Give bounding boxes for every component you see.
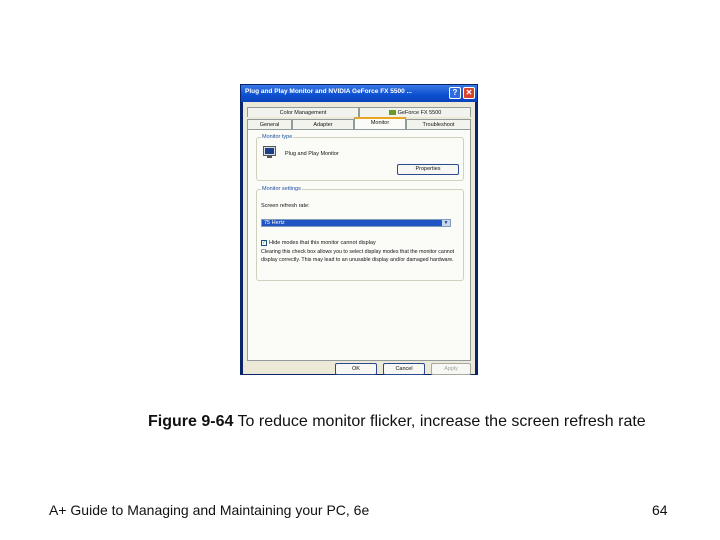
cancel-button-label: Cancel <box>395 366 413 372</box>
apply-button[interactable]: Apply <box>431 363 471 375</box>
monitor-type-group: Monitor type Plug and Play Monitor Prope… <box>256 134 464 181</box>
ok-button[interactable]: OK <box>335 363 377 375</box>
close-button[interactable]: ✕ <box>463 87 475 99</box>
chevron-down-icon[interactable]: ▼ <box>442 220 450 226</box>
tab-label: Adapter <box>313 122 333 128</box>
display-properties-dialog: Plug and Play Monitor and NVIDIA GeForce… <box>240 84 478 375</box>
monitor-icon <box>263 146 276 158</box>
tab-troubleshoot[interactable]: Troubleshoot <box>406 119 471 129</box>
hide-modes-label[interactable]: Hide modes that this monitor cannot disp… <box>269 240 376 246</box>
dialog-title: Plug and Play Monitor and NVIDIA GeForce… <box>245 88 412 95</box>
tab-color-management[interactable]: Color Management <box>247 107 359 117</box>
title-bar[interactable]: Plug and Play Monitor and NVIDIA GeForce… <box>241 85 477 102</box>
tab-label: General <box>259 122 280 128</box>
monitor-settings-label: Monitor settings <box>261 186 302 192</box>
hide-modes-description: Clearing this check box allows you to se… <box>261 249 455 263</box>
tab-label: GeForce FX 5500 <box>397 110 442 116</box>
properties-button[interactable]: Properties <box>397 164 459 175</box>
caption-text: To reduce monitor flicker, increase the … <box>233 413 646 430</box>
tab-geforce[interactable]: GeForce FX 5500 <box>359 107 471 117</box>
tab-label: Monitor <box>370 120 390 126</box>
refresh-rate-label: Screen refresh rate: <box>261 203 310 209</box>
properties-button-label: Properties <box>415 166 441 172</box>
refresh-rate-value: 75 Hertz <box>264 220 285 226</box>
tab-label: Color Management <box>279 110 327 116</box>
monitor-type-label: Monitor type <box>261 134 294 140</box>
book-title: A+ Guide to Managing and Maintaining you… <box>49 502 370 518</box>
cancel-button[interactable]: Cancel <box>383 363 425 375</box>
tab-label: Troubleshoot <box>422 122 455 128</box>
tab-general[interactable]: General <box>247 119 292 129</box>
monitor-tab-panel: Monitor type Plug and Play Monitor Prope… <box>247 129 471 361</box>
tab-monitor[interactable]: Monitor <box>354 117 406 129</box>
page-number: 64 <box>652 502 668 518</box>
refresh-rate-select[interactable]: 75 Hertz ▼ <box>261 219 451 227</box>
nvidia-icon <box>388 110 396 116</box>
figure-caption: Figure 9-64 To reduce monitor flicker, i… <box>148 411 648 433</box>
help-button[interactable]: ? <box>449 87 461 99</box>
ok-button-label: OK <box>352 366 360 372</box>
hide-modes-checkbox[interactable]: ✓ <box>261 240 267 246</box>
monitor-name: Plug and Play Monitor <box>285 151 339 157</box>
tab-adapter[interactable]: Adapter <box>292 119 354 129</box>
monitor-settings-group: Monitor settings Screen refresh rate: 75… <box>256 186 464 281</box>
figure-label: Figure 9-64 <box>148 413 234 430</box>
apply-button-label: Apply <box>444 366 458 372</box>
dialog-client-area: Color Management GeForce FX 5500 General… <box>243 102 475 375</box>
